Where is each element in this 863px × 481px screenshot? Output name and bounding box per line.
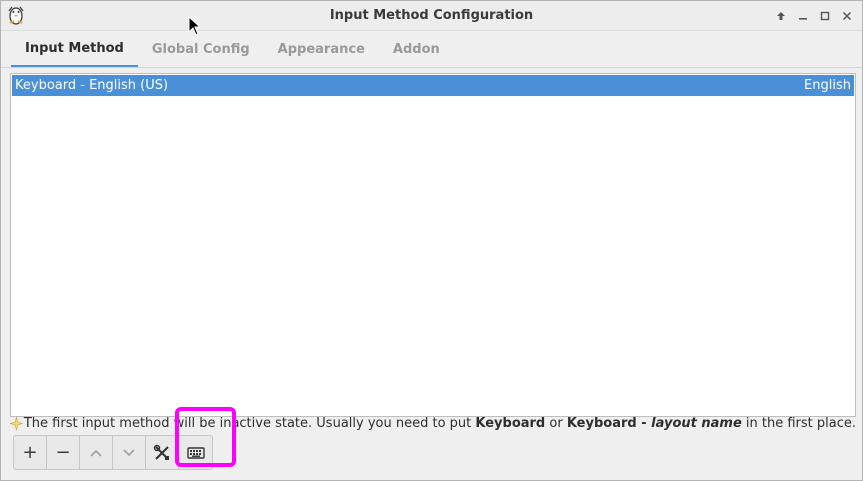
chevron-up-icon (90, 449, 102, 457)
list-item[interactable]: Keyboard - English (US) English (12, 75, 854, 96)
tools-icon (153, 444, 169, 460)
close-icon[interactable] (838, 8, 856, 24)
add-button[interactable]: + (14, 436, 47, 469)
list-toolbar: + − (13, 435, 213, 470)
keyboard-icon (186, 446, 205, 459)
titlebar[interactable]: Input Method Configuration (1, 1, 862, 31)
input-method-language: English (804, 78, 851, 93)
move-up-button[interactable] (80, 436, 113, 469)
hint-bold1: Keyboard (475, 416, 546, 431)
input-method-name: Keyboard - English (US) (15, 78, 169, 93)
hint-text: The first input method will be inactive … (10, 415, 856, 432)
window-controls (772, 8, 856, 24)
tab-divider (1, 67, 862, 68)
hint-part1: The first input method will be inactive … (23, 416, 476, 431)
tab-addon[interactable]: Addon (379, 32, 454, 67)
chevron-down-icon (123, 448, 135, 456)
tab-bar: Input Method Global Config Appearance Ad… (11, 32, 852, 68)
keyboard-layout-button[interactable] (179, 436, 212, 469)
hint-part2: or (545, 416, 567, 431)
tab-input-method[interactable]: Input Method (11, 32, 138, 68)
hint-bold-italic: layout name (651, 416, 742, 431)
configure-button[interactable] (146, 436, 179, 469)
window-title: Input Method Configuration (329, 8, 534, 23)
hint-bold2: Keyboard - (566, 416, 652, 431)
tab-appearance[interactable]: Appearance (264, 32, 379, 67)
move-down-button[interactable] (113, 436, 146, 469)
remove-button[interactable]: − (47, 436, 80, 469)
mouse-cursor-icon (188, 16, 202, 36)
maximize-icon[interactable] (816, 8, 834, 24)
minimize-icon[interactable] (794, 8, 812, 24)
tab-global-config[interactable]: Global Config (138, 32, 264, 67)
window: Input Method Configuration Input Method … (0, 0, 863, 481)
input-method-list[interactable]: Keyboard - English (US) English (10, 73, 856, 417)
star-icon (10, 416, 23, 431)
hint-part3: in the first place. (741, 416, 856, 431)
pin-icon[interactable] (772, 8, 790, 24)
